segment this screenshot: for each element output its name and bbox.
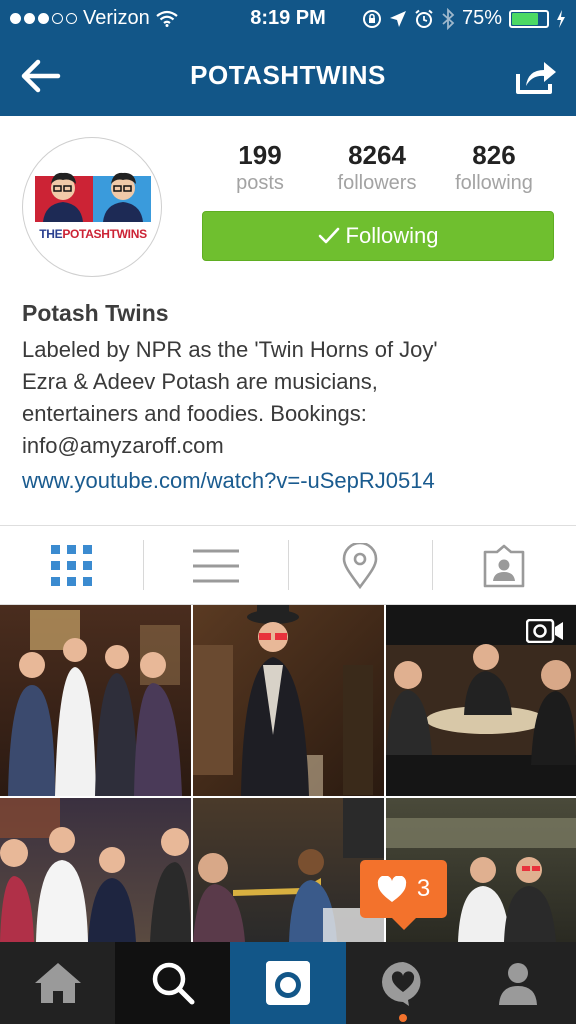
profile-avatar[interactable]: THEPOTASHTWINS	[22, 137, 162, 277]
status-right: 75%	[362, 7, 566, 30]
profile-username-title: POTASHTWINS	[190, 60, 386, 90]
notification-count: 3	[416, 875, 431, 902]
tab-camera[interactable]	[230, 942, 346, 1024]
tab-tagged[interactable]	[433, 527, 576, 605]
camera-icon	[266, 961, 310, 1005]
svg-text:THEPOTASHTWINS: THEPOTASHTWINS	[39, 227, 147, 241]
bio-line: Ezra & Adeev Potash are musicians,	[22, 369, 378, 394]
posts-label: posts	[236, 172, 284, 194]
activity-indicator-dot	[399, 1014, 408, 1022]
share-icon[interactable]	[512, 56, 558, 96]
battery-percent: 75%	[461, 7, 502, 29]
bio-line: entertainers and foodies. Bookings:	[22, 401, 367, 426]
tab-location[interactable]	[289, 527, 432, 605]
activity-icon	[382, 962, 421, 1006]
followers-label: followers	[337, 172, 417, 194]
photo-grid	[0, 605, 576, 942]
chef-photo-thumbnail	[0, 798, 191, 942]
bottom-tab-bar	[0, 942, 576, 1024]
profile-icon	[499, 963, 538, 1005]
checkmark-icon	[318, 227, 339, 244]
following-stat[interactable]: 826 following	[434, 140, 554, 195]
profile-display-name: Potash Twins	[22, 300, 169, 326]
list-icon	[192, 549, 239, 583]
posts-count: 199	[238, 140, 282, 170]
tagged-person-icon	[484, 544, 525, 588]
bluetooth-icon	[442, 7, 455, 30]
photo-tile[interactable]	[386, 605, 576, 796]
instagram-profile-screen: Verizon 8:19 PM 75% POTASHTWINS THEPOTAS…	[0, 0, 576, 1024]
profile-view-tabs	[0, 527, 576, 605]
battery-icon	[509, 9, 549, 28]
bio-website-link[interactable]: www.youtube.com/watch?v=-uSepRJ0514	[22, 468, 562, 494]
profile-bio: Potash Twins Labeled by NPR as the 'Twin…	[22, 300, 562, 494]
tab-activity[interactable]	[346, 942, 461, 1024]
tab-home[interactable]	[0, 942, 115, 1024]
charging-bolt-icon	[557, 9, 565, 28]
potash-twins-logo: THEPOTASHTWINS	[35, 172, 151, 241]
following-button[interactable]: Following	[202, 211, 554, 261]
bio-line: Labeled by NPR as the 'Twin Horns of Joy…	[22, 337, 438, 362]
search-icon	[152, 962, 195, 1005]
alarm-icon	[415, 9, 433, 28]
likes-notification-bubble[interactable]: 3	[360, 860, 447, 930]
following-count: 826	[472, 140, 516, 170]
tab-grid[interactable]	[0, 527, 143, 605]
home-icon	[34, 963, 81, 1003]
video-camera-icon	[526, 619, 563, 643]
trumpet-photo-thumbnail	[193, 798, 384, 942]
following-button-label: Following	[345, 223, 439, 248]
location-arrow-icon	[389, 10, 406, 27]
photo-tile[interactable]	[193, 798, 384, 942]
grid-icon	[50, 545, 92, 586]
battery-fill	[512, 12, 538, 25]
tab-search[interactable]	[115, 942, 231, 1024]
photo-tile[interactable]	[0, 605, 191, 796]
photo-tile[interactable]	[0, 798, 191, 942]
following-label: following	[455, 172, 533, 194]
group-photo-thumbnail	[8, 610, 182, 796]
followers-count: 8264	[348, 140, 406, 170]
orientation-lock-icon	[362, 9, 381, 28]
posts-stat: 199 posts	[200, 140, 320, 195]
top-bar: Verizon 8:19 PM 75% POTASHTWINS	[0, 0, 576, 116]
photo-tile[interactable]	[193, 605, 384, 796]
followers-stat[interactable]: 8264 followers	[317, 140, 437, 195]
divider	[0, 525, 576, 526]
tab-list[interactable]	[144, 527, 287, 605]
heart-icon	[377, 875, 406, 902]
bio-email: info@amyzaroff.com	[22, 433, 224, 458]
status-bar: Verizon 8:19 PM 75%	[0, 0, 576, 38]
coat-photo-thumbnail	[193, 605, 373, 796]
location-pin-icon	[342, 543, 378, 589]
tab-profile[interactable]	[461, 942, 576, 1024]
